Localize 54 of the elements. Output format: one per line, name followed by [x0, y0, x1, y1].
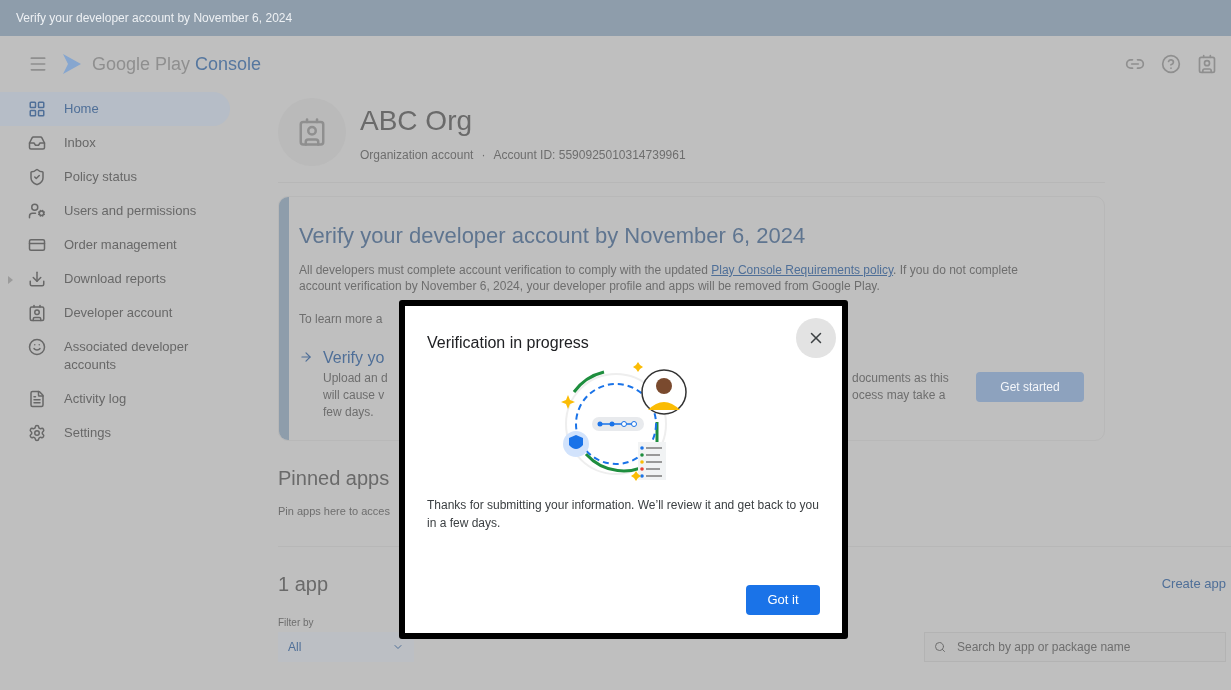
banner-text: Verify your developer account by November 6, 2024 — [16, 10, 293, 27]
card-title: Verify your developer account by November 6, 2024 — [299, 222, 806, 250]
document-icon — [28, 390, 46, 408]
dialog-message: Thanks for submitting your information. We’ll review it and get back to you in a few days. — [427, 497, 820, 532]
smile-icon — [28, 338, 46, 356]
id-badge-icon[interactable] — [1197, 54, 1217, 74]
inbox-icon — [28, 134, 46, 152]
search-field[interactable]: Search by app or package name — [924, 631, 1226, 662]
shield-icon — [28, 168, 46, 186]
sidebar-item[interactable]: Inbox — [0, 126, 230, 160]
search-icon — [934, 640, 946, 653]
account-name: ABC Org — [360, 104, 474, 138]
filter-label: Filter by — [278, 615, 314, 630]
card-paragraph: All developers must complete account verification to comply with the updated Play Console Requirements policy. If you do not complete account verification by November 6, 2024, your developer profile and apps will be removed from Google Play. — [299, 262, 1019, 294]
step-text: Upload an d — [323, 370, 388, 387]
help-icon[interactable] — [1161, 54, 1181, 74]
home-icon — [28, 100, 46, 118]
create-app-link[interactable]: Create app — [1161, 573, 1226, 594]
expand-caret-icon[interactable] — [8, 276, 13, 284]
step-text: ocess may take a — [852, 387, 946, 404]
pinned-subtitle: Pin apps here to acces — [278, 504, 390, 519]
sidebar-item[interactable]: Associated developer accounts — [0, 330, 230, 382]
sidebar-item[interactable]: Order management — [0, 228, 230, 262]
step-title[interactable]: Verify yo — [323, 346, 385, 370]
sidebar-item[interactable]: Policy status — [0, 160, 230, 194]
pinned-title: Pinned apps — [278, 466, 390, 491]
menu-icon[interactable] — [28, 54, 48, 74]
sidebar-item[interactable]: Download reports — [0, 262, 230, 296]
sidebar-item[interactable]: Users and permissions — [0, 194, 230, 228]
sidebar-item[interactable]: Activity log — [0, 382, 230, 416]
sidebar-item[interactable]: Home — [0, 92, 230, 126]
account-type: Organization account — [360, 147, 474, 164]
separator-dot: · — [481, 147, 486, 164]
learn-more-text: To learn more a — [299, 311, 383, 328]
id-badge-icon — [28, 304, 46, 322]
settings-icon — [28, 424, 46, 442]
step-text: documents as this — [852, 370, 949, 387]
dialog-title: Verification in progress — [427, 333, 590, 353]
step-text: few days. — [323, 404, 374, 421]
sidebar-item[interactable]: Settings — [0, 416, 230, 450]
sidebar-item[interactable]: Developer account — [0, 296, 230, 330]
download-icon — [28, 270, 46, 288]
filter-dropdown[interactable]: All — [278, 631, 414, 662]
got-it-button[interactable]: Got it — [746, 585, 820, 615]
id-badge-icon — [297, 117, 327, 147]
product-suffix: Console — [195, 52, 262, 76]
step-text: will cause v — [323, 387, 385, 404]
users-icon — [28, 202, 46, 220]
arrow-right-icon — [299, 350, 313, 364]
app-count: 1 app — [278, 571, 329, 597]
get-started-button[interactable]: Get started — [976, 372, 1084, 402]
card-icon — [28, 236, 46, 254]
account-id: Account ID: 5590925010314739961 — [493, 147, 686, 164]
close-button[interactable] — [796, 318, 836, 358]
